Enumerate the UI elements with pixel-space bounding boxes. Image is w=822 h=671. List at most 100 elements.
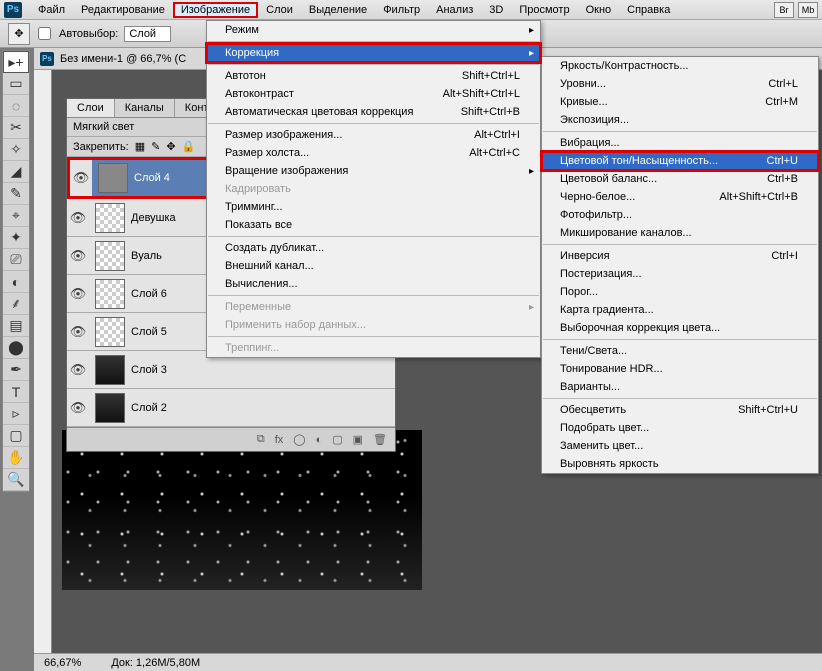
adjustment-icon[interactable]: ◐: [316, 434, 323, 446]
layer-row[interactable]: 👁 Слой 2: [67, 389, 395, 427]
layer-thumbnail[interactable]: [95, 393, 125, 423]
tool-6[interactable]: ✎: [3, 183, 29, 205]
lock-pixels-icon[interactable]: ✎: [151, 140, 160, 153]
blend-mode-dropdown[interactable]: Мягкий свет: [73, 121, 193, 133]
menuitem[interactable]: ОбесцветитьShift+Ctrl+U: [542, 401, 818, 419]
menuitem[interactable]: Тримминг...: [207, 198, 540, 216]
menuitem[interactable]: Выборочная коррекция цвета...: [542, 319, 818, 337]
layer-thumbnail[interactable]: [95, 279, 125, 309]
menuitem[interactable]: Вычисления...: [207, 275, 540, 293]
tool-2[interactable]: ◌: [3, 95, 29, 117]
menuitem[interactable]: Постеризация...: [542, 265, 818, 283]
menuitem[interactable]: Вибрация...: [542, 134, 818, 152]
link-layers-icon[interactable]: ⧉: [257, 433, 265, 446]
lock-transparent-icon[interactable]: ▦: [135, 140, 145, 153]
tool-19[interactable]: 🔍: [3, 469, 29, 491]
menuitem[interactable]: Порог...: [542, 283, 818, 301]
layer-name[interactable]: Слой 5: [131, 326, 167, 338]
layer-name[interactable]: Слой 4: [134, 172, 170, 184]
tool-1[interactable]: ▭: [3, 73, 29, 95]
menu-анализ[interactable]: Анализ: [428, 2, 481, 18]
menuitem[interactable]: Тонирование HDR...: [542, 360, 818, 378]
group-icon[interactable]: ▢: [332, 433, 342, 446]
lock-position-icon[interactable]: ✥: [166, 140, 175, 153]
menuitem[interactable]: Вращение изображения: [207, 162, 540, 180]
menuitem[interactable]: Коррекция: [207, 44, 540, 62]
zoom-level[interactable]: 66,67%: [44, 657, 81, 669]
menuitem[interactable]: Подобрать цвет...: [542, 419, 818, 437]
menuitem[interactable]: Режим: [207, 21, 540, 39]
layer-thumbnail[interactable]: [98, 163, 128, 193]
menuitem[interactable]: Фотофильтр...: [542, 206, 818, 224]
fx-icon[interactable]: fx: [275, 434, 284, 446]
mask-icon[interactable]: ◯: [293, 433, 305, 446]
menuitem[interactable]: Размер холста...Alt+Ctrl+C: [207, 144, 540, 162]
tool-16[interactable]: ▹: [3, 403, 29, 425]
layer-name[interactable]: Слой 3: [131, 364, 167, 376]
layer-thumbnail[interactable]: [95, 355, 125, 385]
layer-name[interactable]: Вуаль: [131, 250, 162, 262]
menu-выделение[interactable]: Выделение: [301, 2, 375, 18]
new-layer-icon[interactable]: ▣: [353, 433, 363, 446]
menu-файл[interactable]: Файл: [30, 2, 73, 18]
layer-name[interactable]: Слой 2: [131, 402, 167, 414]
menuitem[interactable]: Создать дубликат...: [207, 239, 540, 257]
tool-15[interactable]: T: [3, 381, 29, 403]
menu-окно[interactable]: Окно: [578, 2, 620, 18]
delete-icon[interactable]: 🗑: [373, 433, 387, 446]
tool-9[interactable]: ⎚: [3, 249, 29, 271]
layer-thumbnail[interactable]: [95, 241, 125, 271]
tab-каналы[interactable]: Каналы: [115, 99, 175, 117]
visibility-icon[interactable]: 👁: [67, 286, 89, 302]
layer-thumbnail[interactable]: [95, 203, 125, 233]
move-tool-icon[interactable]: ✥: [8, 23, 30, 45]
layer-name[interactable]: Девушка: [131, 212, 176, 224]
tool-14[interactable]: ✒: [3, 359, 29, 381]
lock-all-icon[interactable]: 🔒: [182, 140, 196, 153]
tool-17[interactable]: ▢: [3, 425, 29, 447]
visibility-icon[interactable]: 👁: [67, 248, 89, 264]
tool-12[interactable]: ▤: [3, 315, 29, 337]
layer-thumbnail[interactable]: [95, 317, 125, 347]
tool-13[interactable]: ⬤: [3, 337, 29, 359]
menuitem[interactable]: АвтотонShift+Ctrl+L: [207, 67, 540, 85]
tool-5[interactable]: ◢: [3, 161, 29, 183]
tool-10[interactable]: ◐: [3, 271, 29, 293]
visibility-icon[interactable]: 👁: [67, 362, 89, 378]
menuitem[interactable]: Тени/Света...: [542, 342, 818, 360]
menu-просмотр[interactable]: Просмотр: [511, 2, 577, 18]
menuitem[interactable]: АвтоконтрастAlt+Shift+Ctrl+L: [207, 85, 540, 103]
menu-справка[interactable]: Справка: [619, 2, 678, 18]
menuitem[interactable]: Яркость/Контрастность...: [542, 57, 818, 75]
visibility-icon[interactable]: 👁: [67, 400, 89, 416]
layer-name[interactable]: Слой 6: [131, 288, 167, 300]
tool-11[interactable]: ⸙: [3, 293, 29, 315]
menuitem[interactable]: Заменить цвет...: [542, 437, 818, 455]
menu-редактирование[interactable]: Редактирование: [73, 2, 173, 18]
menu-3d[interactable]: 3D: [481, 2, 511, 18]
menu-слои[interactable]: Слои: [258, 2, 301, 18]
menuitem[interactable]: Кривые...Ctrl+M: [542, 93, 818, 111]
menuitem[interactable]: Размер изображения...Alt+Ctrl+I: [207, 126, 540, 144]
menuitem[interactable]: Внешний канал...: [207, 257, 540, 275]
autoselect-dropdown[interactable]: Слой: [124, 26, 171, 42]
mb-icon[interactable]: Mb: [798, 2, 818, 18]
menuitem[interactable]: Выровнять яркость: [542, 455, 818, 473]
tool-0[interactable]: ▸+: [3, 51, 29, 73]
menu-изображение[interactable]: Изображение: [173, 2, 258, 18]
menuitem[interactable]: Уровни...Ctrl+L: [542, 75, 818, 93]
canvas-image[interactable]: [62, 430, 422, 590]
menuitem[interactable]: Автоматическая цветовая коррекцияShift+C…: [207, 103, 540, 121]
autoselect-checkbox[interactable]: [38, 27, 51, 40]
menuitem[interactable]: Микширование каналов...: [542, 224, 818, 242]
tab-слои[interactable]: Слои: [67, 99, 115, 117]
tool-4[interactable]: ✧: [3, 139, 29, 161]
menuitem[interactable]: Варианты...: [542, 378, 818, 396]
bridge-icon[interactable]: Br: [774, 2, 794, 18]
visibility-icon[interactable]: 👁: [70, 160, 92, 196]
visibility-icon[interactable]: 👁: [67, 324, 89, 340]
visibility-icon[interactable]: 👁: [67, 210, 89, 226]
menuitem[interactable]: Карта градиента...: [542, 301, 818, 319]
menuitem[interactable]: Цветовой тон/Насыщенность...Ctrl+U: [542, 152, 818, 170]
tool-18[interactable]: ✋: [3, 447, 29, 469]
